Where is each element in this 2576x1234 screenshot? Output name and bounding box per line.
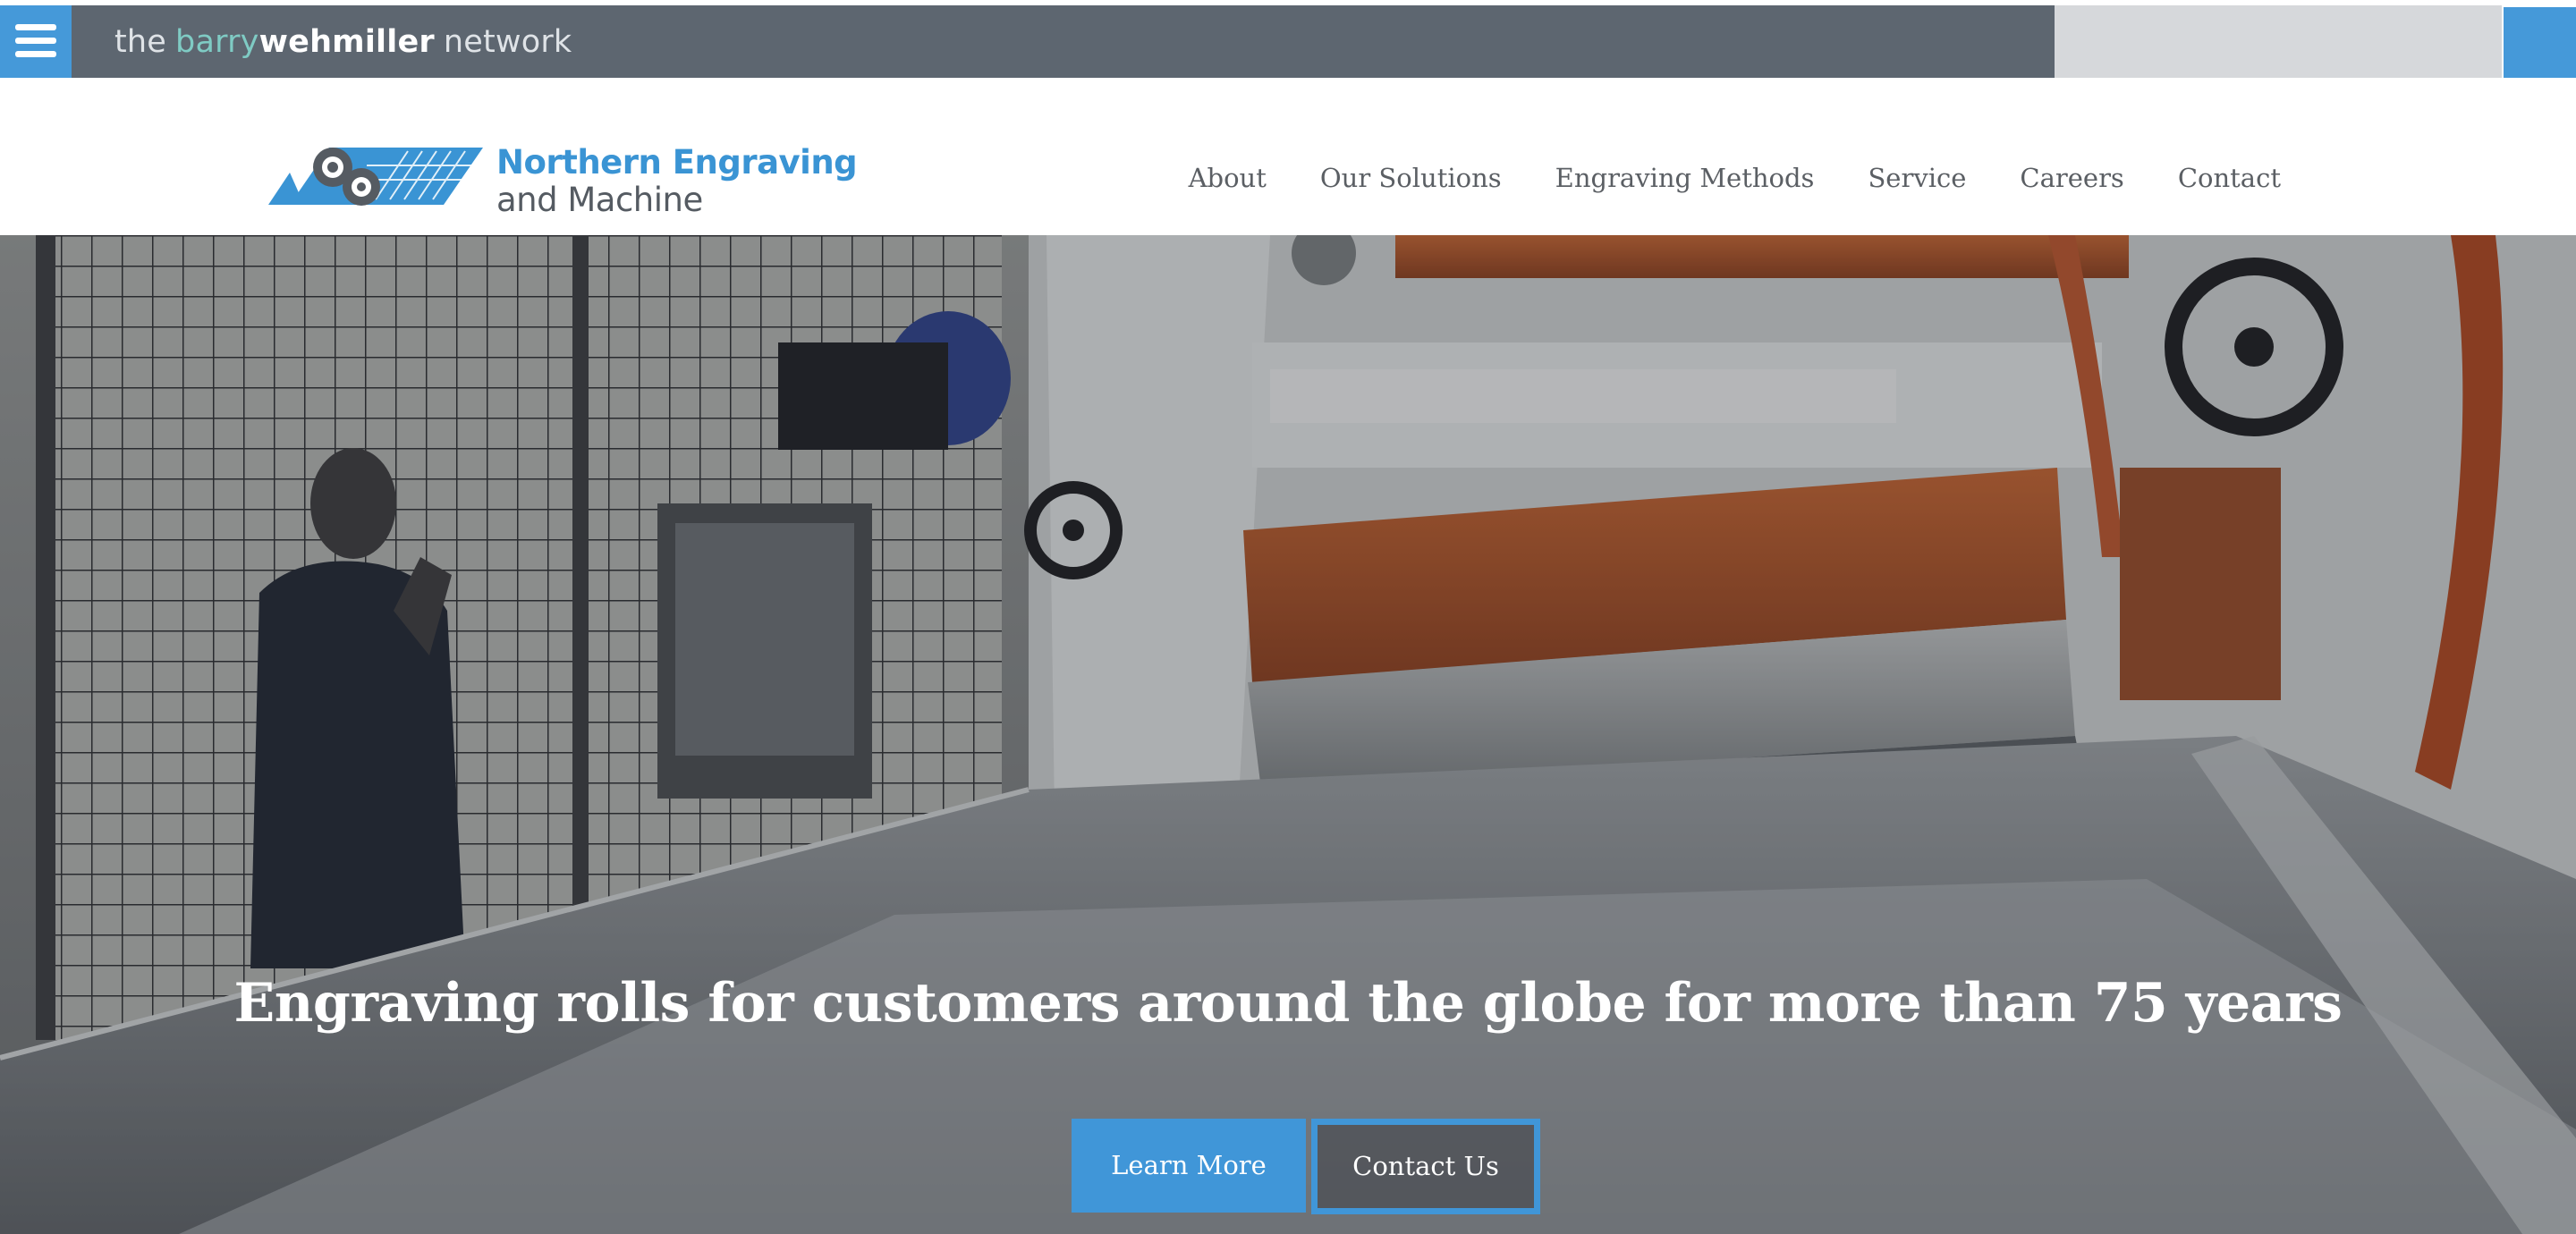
hero-actions: Learn More Contact Us [1072,1119,1540,1214]
main-navigation: About Our Solutions Engraving Methods Se… [1189,156,2281,200]
network-bar-search-area[interactable] [2055,5,2502,78]
network-brand-barry: barry [175,24,259,60]
hamburger-menu-icon [15,24,56,57]
network-brand-prefix: the [114,24,167,60]
network-brand-link[interactable]: the barrywehmiller network [114,20,572,64]
logo-company-subname: and Machine [496,181,703,219]
site-logo[interactable]: Northern Engraving and Machine [268,142,858,232]
network-bar-action-button[interactable] [2504,7,2576,78]
logo-company-name: Northern Engraving [496,143,858,182]
hero-heading: Engraving rolls for customers around the… [233,972,2343,1035]
network-menu-button[interactable] [0,5,72,78]
contact-us-button[interactable]: Contact Us [1311,1119,1540,1214]
network-bar: the barrywehmiller network [0,5,2576,78]
nav-link-careers[interactable]: Careers [2020,156,2123,200]
nav-link-contact[interactable]: Contact [2178,156,2281,200]
hero-dark-overlay [0,235,2576,1234]
nav-link-engraving-methods[interactable]: Engraving Methods [1555,156,1815,200]
network-brand-suffix: network [443,24,572,60]
nav-link-service[interactable]: Service [1868,156,1966,200]
site-header: Northern Engraving and Machine About Our… [0,78,2576,235]
nav-link-our-solutions[interactable]: Our Solutions [1320,156,1502,200]
network-bar-main: the barrywehmiller network [0,5,2055,78]
hero-section: Engraving rolls for customers around the… [0,235,2576,1234]
network-brand-wehmiller: wehmiller [258,24,435,60]
engraving-roll-logo-icon [268,148,483,206]
learn-more-button[interactable]: Learn More [1072,1119,1306,1213]
nav-link-about[interactable]: About [1189,156,1267,200]
